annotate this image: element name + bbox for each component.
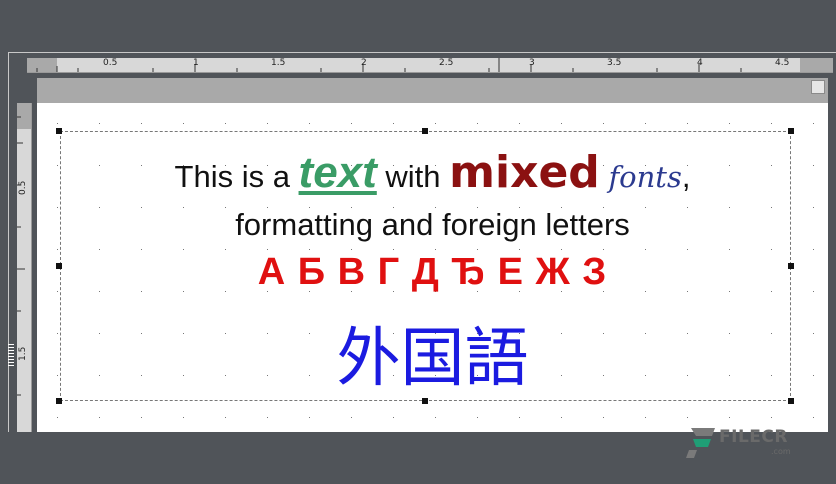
text-line-2: formatting and foreign letters [235,207,630,242]
watermark-subtext: .com [771,447,791,456]
resize-handle-top-center[interactable] [422,128,428,134]
v-ruler-label: 0.5 [18,180,28,195]
v-ruler-label: 1.5 [18,346,28,361]
styled-word-text: text [298,148,377,197]
text-line-1: This is a text with mixed fonts, [37,147,828,198]
styled-word-mixed: mixed [449,147,600,198]
h-ruler-label: 0.5 [103,58,118,68]
filecr-watermark: FILECR .com [685,424,805,464]
watermark-text: FILECR [719,427,788,447]
vertical-ruler[interactable]: 0.5 1.5 [17,103,32,432]
line1-part1: This is a [174,159,299,194]
resize-handle-top-left[interactable] [56,128,62,134]
line1-part2: with [376,159,450,194]
styled-word-fonts: fonts [608,160,682,194]
h-ruler-label: 3 [529,58,535,68]
h-ruler-label: 4.5 [775,58,790,68]
h-ruler-label: 2 [361,58,367,68]
h-ruler-label: 4 [697,58,703,68]
document-page[interactable]: This is a text with mixed fonts, formatt… [37,103,828,432]
page-corner-button[interactable] [811,80,825,94]
cyrillic-letters-line: А Б В Г Д Ђ Е Ж З [257,251,608,293]
h-ruler-label: 1.5 [271,58,286,68]
ruler-grip-handle[interactable] [8,344,14,368]
horizontal-ruler-ticks [36,58,742,72]
horizontal-ruler[interactable]: 0.5 1 1.5 2 2.5 3 3.5 4 4.5 [27,58,833,73]
h-ruler-label: 2.5 [439,58,454,68]
editor-window: 0.5 1 1.5 2 2.5 3 3.5 4 4.5 0.5 1.5 This… [0,0,836,484]
cjk-letters-line: 外国語 [336,322,529,396]
resize-handle-top-right[interactable] [788,128,794,134]
line1-part4: , [681,159,691,194]
filecr-logo-icon [686,428,715,458]
h-ruler-label: 1 [193,58,199,68]
vertical-ruler-ticks [17,116,25,396]
h-ruler-label: 3.5 [607,58,622,68]
